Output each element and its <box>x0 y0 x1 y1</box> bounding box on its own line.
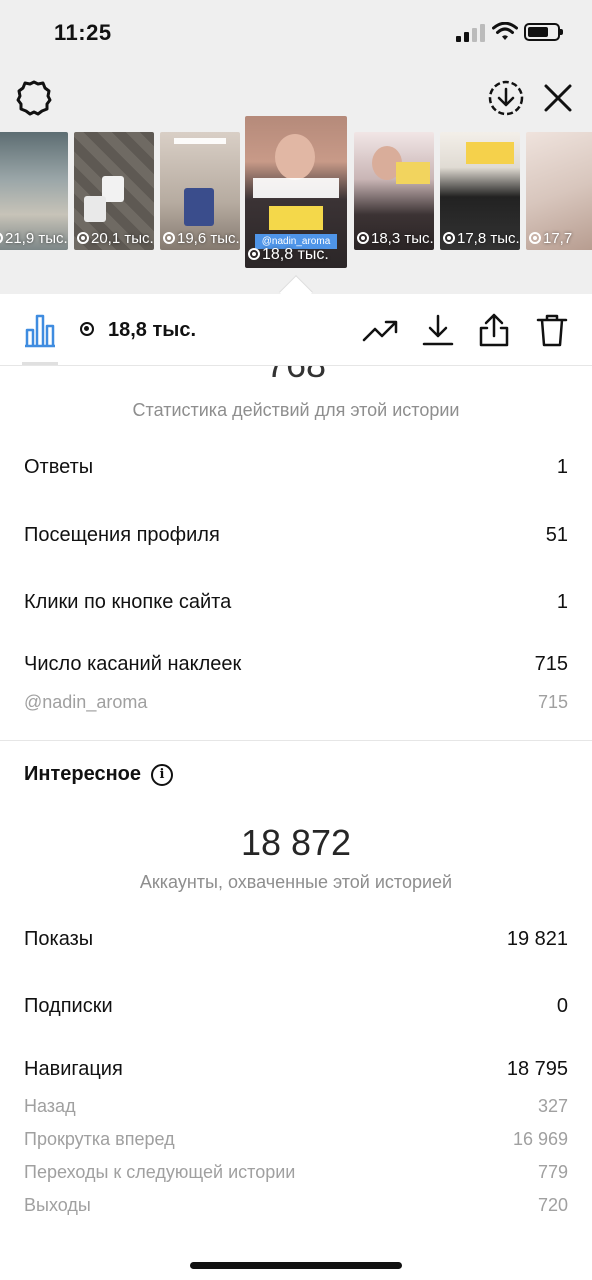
story-thumbnail-strip[interactable]: 21,9 тыс. 20,1 тыс. 19,6 тыс. @nadin_aro… <box>0 116 592 288</box>
sub-value: 715 <box>537 692 568 712</box>
stat-row-sticker-taps: Число касаний наклеек 715 <box>24 653 568 676</box>
status-time: 11:25 <box>54 20 112 45</box>
story-thumbnail[interactable]: 17,7 <box>526 132 592 250</box>
settings-gear-icon[interactable] <box>14 78 54 118</box>
views-eye-icon <box>80 322 94 336</box>
sub-label: Выходы <box>24 1195 91 1215</box>
story-thumbnail-selected[interactable]: @nadin_aroma 18,8 тыс. <box>245 116 347 268</box>
stat-label: Клики по кнопке сайта <box>24 591 232 613</box>
stat-value: 715 <box>534 653 568 675</box>
story-thumbnail[interactable]: 19,6 тыс. <box>160 132 240 250</box>
views-eye-icon <box>529 232 541 244</box>
stat-row-impressions: Показы 19 821 <box>24 928 568 951</box>
share-icon[interactable] <box>476 312 512 348</box>
sub-label: @nadin_aroma <box>24 692 148 712</box>
story-toolbar: 18,8 тыс. <box>0 294 592 366</box>
cellular-signal-icon <box>456 24 486 42</box>
views-eye-icon <box>357 232 369 244</box>
discovery-section-title: Интересное i <box>24 763 173 786</box>
stat-row-website-clicks: Клики по кнопке сайта 1 <box>24 591 568 614</box>
nav-sub-row-next-story: Переходы к следующей истории 779 <box>24 1162 568 1183</box>
home-indicator[interactable] <box>190 1262 402 1269</box>
stat-label: Ответы <box>24 456 94 478</box>
story-thumbnail[interactable]: 17,8 тыс. <box>440 132 520 250</box>
stat-label: Подписки <box>24 995 113 1017</box>
views-eye-icon <box>163 232 175 244</box>
views-eye-icon <box>77 232 89 244</box>
insights-chart-icon[interactable] <box>22 312 58 348</box>
story-views-count: 19,6 тыс. <box>177 230 240 247</box>
stat-value: 1 <box>556 456 568 478</box>
delete-trash-icon[interactable] <box>534 312 570 348</box>
stat-row-profile-visits: Посещения профиля 51 <box>24 524 568 547</box>
story-text-sticker <box>466 142 514 164</box>
sub-label: Прокрутка вперед <box>24 1129 175 1149</box>
perfume-bottle-image <box>184 188 214 226</box>
actions-subtitle: Статистика действий для этой истории <box>132 400 460 420</box>
interactions-total-clipped: 768 <box>0 366 592 384</box>
sub-label: Переходы к следующей истории <box>24 1162 296 1182</box>
stat-row-replies: Ответы 1 <box>24 456 568 479</box>
nav-sub-row-back: Назад 327 <box>24 1096 568 1117</box>
sub-label: Назад <box>24 1096 76 1116</box>
story-views-count: 20,1 тыс. <box>91 230 154 247</box>
sub-value: 720 <box>537 1195 568 1215</box>
reach-caption: Аккаунты, охваченные этой историей <box>139 872 453 892</box>
story-text-sticker <box>396 162 430 184</box>
views-eye-icon <box>248 248 260 260</box>
sub-value: 327 <box>537 1096 568 1116</box>
reach-count: 18 872 <box>240 822 352 863</box>
stat-row-follows: Подписки 0 <box>24 995 568 1018</box>
close-icon[interactable] <box>540 80 576 116</box>
nav-sub-row-forward: Прокрутка вперед 16 969 <box>24 1129 568 1150</box>
stat-value: 1 <box>556 591 568 613</box>
story-thumbnail[interactable]: 20,1 тыс. <box>74 132 154 250</box>
sticker-mention-row: @nadin_aroma 715 <box>24 692 568 713</box>
active-tab-indicator <box>22 362 58 365</box>
download-icon[interactable] <box>420 312 456 348</box>
story-thumbnail[interactable]: 18,3 тыс. <box>354 132 434 250</box>
stat-label: Число касаний наклеек <box>24 653 242 675</box>
story-views-count: 18,3 тыс. <box>371 230 434 247</box>
story-caption-chip <box>253 178 339 198</box>
stat-value: 0 <box>556 995 568 1017</box>
story-caption-chip <box>174 138 226 144</box>
sub-value: 16 969 <box>512 1129 568 1149</box>
promote-trend-icon[interactable] <box>362 312 398 348</box>
stat-label: Навигация <box>24 1058 123 1080</box>
perfume-bottle-image <box>84 196 106 222</box>
save-download-icon[interactable] <box>486 78 526 118</box>
nav-sub-row-exits: Выходы 720 <box>24 1195 568 1216</box>
views-eye-icon <box>0 232 3 244</box>
story-views-count: 18,8 тыс. <box>262 246 329 263</box>
story-views-count: 17,8 тыс. <box>457 230 520 247</box>
story-text-sticker <box>269 206 323 230</box>
stat-value: 19 821 <box>506 928 568 950</box>
story-views-count: 21,9 тыс. <box>5 230 68 247</box>
battery-icon <box>524 23 563 41</box>
stat-value: 18 795 <box>506 1058 568 1080</box>
sub-value: 779 <box>537 1162 568 1182</box>
section-divider <box>0 740 592 741</box>
status-bar: 11:25 <box>0 0 592 66</box>
story-views-count: 17,7 <box>543 230 573 247</box>
toolbar-views-count: 18,8 тыс. <box>108 319 197 341</box>
person-photo <box>275 134 315 180</box>
story-thumbnail[interactable]: 21,9 тыс. <box>0 132 68 250</box>
views-eye-icon <box>443 232 455 244</box>
info-icon[interactable]: i <box>151 763 173 786</box>
insights-panel: 18,8 тыс. 768 Статистика действий для эт… <box>0 294 592 1280</box>
stat-value: 51 <box>545 524 568 546</box>
stat-label: Показы <box>24 928 94 950</box>
wifi-icon <box>492 22 518 40</box>
stat-label: Посещения профиля <box>24 524 220 546</box>
stat-row-navigation: Навигация 18 795 <box>24 1058 568 1081</box>
